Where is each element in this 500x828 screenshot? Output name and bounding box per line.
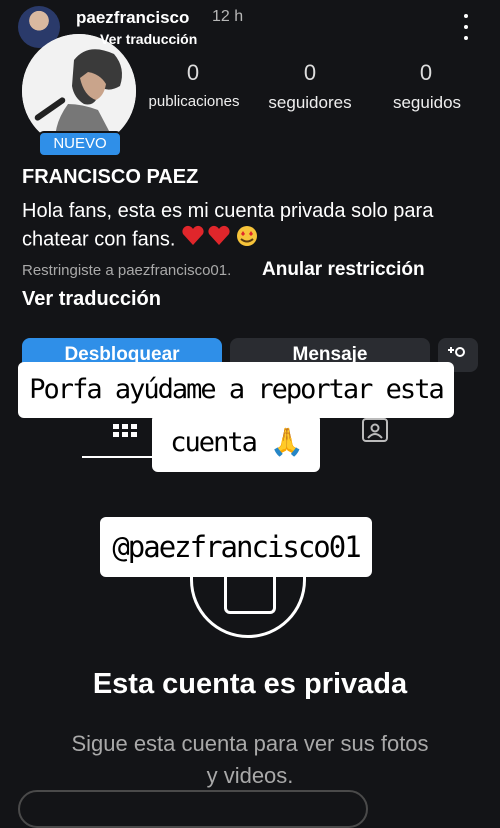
lock-icon [224, 576, 276, 614]
story-text-line2: cuenta 🙏 [152, 414, 320, 472]
followers-label[interactable]: seguidores [254, 93, 366, 113]
tagged-tab-icon[interactable] [362, 418, 388, 442]
following-count[interactable]: 0 [406, 60, 446, 86]
story-username[interactable]: paezfrancisco [76, 8, 189, 28]
bio-container: Hola fans, esta es mi cuenta privada sol… [22, 197, 482, 255]
bio-translate-link[interactable]: Ver traducción [22, 288, 161, 311]
story-translate-link[interactable]: Ver traducción [100, 31, 197, 47]
hearts-emoji-icon [181, 225, 261, 255]
following-label[interactable]: seguidos [374, 93, 480, 113]
grid-tab-icon[interactable] [113, 424, 137, 442]
story-mention-sticker[interactable]: @paezfrancisco01 [100, 517, 372, 577]
private-account-subtitle: Sigue esta cuenta para ver sus fotos y v… [71, 731, 429, 788]
unrestrict-link[interactable]: Anular restricción [262, 259, 425, 281]
posts-count: 0 [186, 60, 200, 85]
new-badge: NUEVO [38, 131, 122, 157]
follow-button[interactable] [18, 790, 368, 828]
posts-label: publicaciones [148, 93, 240, 110]
private-account-title: Esta cuenta es privada [92, 668, 408, 700]
story-time: 12 h [212, 8, 244, 25]
followers-count[interactable]: 0 [290, 60, 330, 86]
profile-name: FRANCISCO PAEZ [22, 166, 199, 188]
story-text-line1: Porfa ayúdame a reportar esta [18, 362, 454, 418]
restricted-notice: Restringiste a paezfrancisco01. [22, 262, 232, 279]
more-options-icon[interactable] [458, 14, 474, 40]
